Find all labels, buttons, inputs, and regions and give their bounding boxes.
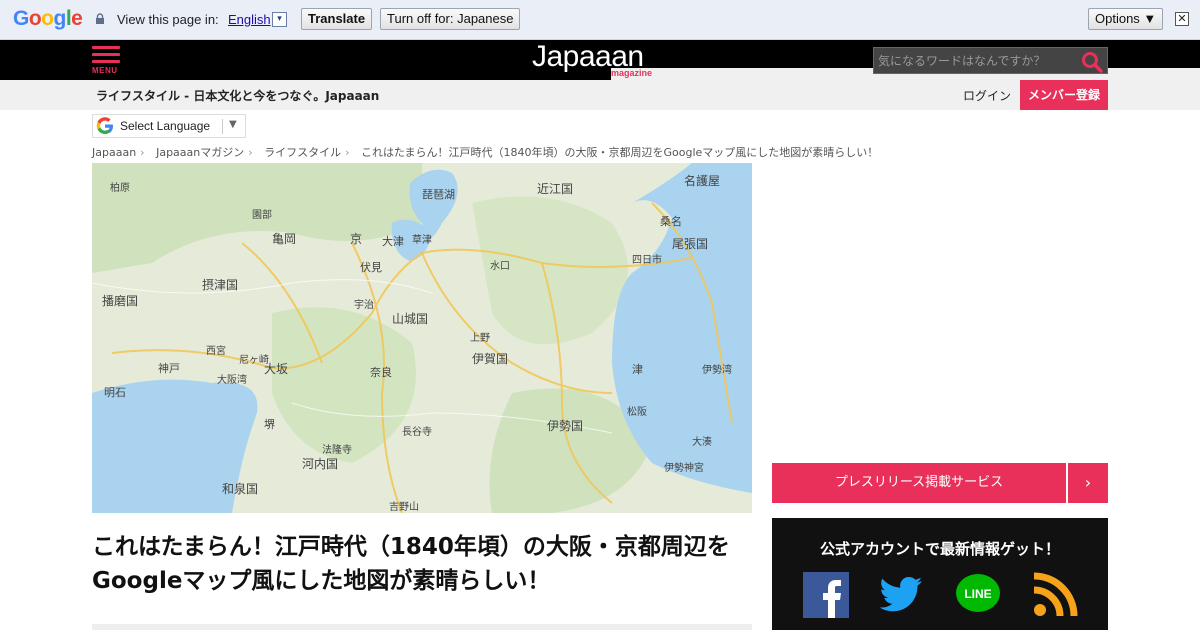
line-icon[interactable]: LINE	[955, 572, 1001, 618]
social-follow-box: 公式アカウントで最新情報ゲット！ LINE	[772, 518, 1108, 630]
map-label: 法隆寺	[322, 443, 352, 456]
breadcrumb-lifestyle[interactable]: ライフスタイル	[264, 146, 341, 159]
map-label: 伊勢湾	[702, 363, 732, 376]
facebook-icon[interactable]	[803, 572, 849, 618]
chevron-right-icon: ›	[1084, 473, 1092, 492]
article-title-box: これはたまらん！江戸時代（1840年頃）の大阪・京都周辺をGoogleマップ風に…	[92, 530, 752, 598]
map-label: 名護屋	[684, 173, 720, 188]
map-label: 大湊	[692, 435, 712, 448]
map-label: 堺	[264, 418, 275, 431]
hamburger-icon	[92, 46, 120, 49]
google-g-icon	[96, 117, 113, 134]
map-label: 水口	[490, 260, 510, 272]
map-label: 和泉国	[222, 482, 258, 496]
map-label: 長谷寺	[402, 426, 432, 438]
map-label: 琵琶湖	[422, 188, 455, 201]
map-label: 草津	[412, 234, 432, 246]
map-label: 四日市	[632, 253, 662, 266]
map-label: 摂津国	[202, 277, 238, 292]
social-heading: 公式アカウントで最新情報ゲット！	[819, 540, 1060, 558]
twitter-icon[interactable]	[878, 572, 924, 618]
view-page-in-label: View this page in:	[117, 12, 219, 27]
search-box	[873, 47, 1108, 74]
breadcrumb-magazine[interactable]: Japaaanマガジン	[156, 146, 244, 159]
breadcrumb-current: これはたまらん！江戸時代（1840年頃）の大阪・京都周辺をGoogleマップ風に…	[361, 146, 879, 159]
site-tagline: ライフスタイル - 日本文化と今をつなぐ。Japaaan	[96, 89, 380, 103]
site-header: MENU Japaaan magazine	[0, 40, 1200, 98]
options-button[interactable]: Options ▼	[1088, 8, 1164, 30]
google-logo: Google	[13, 7, 83, 30]
map-label: 尾張国	[672, 237, 708, 251]
translate-bar: Google View this page in: English ▾ Tran…	[0, 0, 1200, 40]
breadcrumb: Japaaan › Japaaanマガジン › ライフスタイル › これはたまらん！江…	[92, 146, 879, 159]
language-selector[interactable]: Select Language ▼	[92, 114, 246, 138]
article-title: これはたまらん！江戸時代（1840年頃）の大阪・京都周辺をGoogleマップ風に…	[92, 534, 730, 594]
search-icon[interactable]	[1081, 51, 1103, 73]
map-label: 河内国	[302, 457, 338, 471]
search-input[interactable]	[878, 52, 1073, 70]
sub-header: ライフスタイル - 日本文化と今をつなぐ。Japaaan ログイン メンバー登録	[0, 80, 1200, 110]
language-dropdown-icon[interactable]: ▾	[272, 12, 287, 27]
map-label: 播磨国	[102, 294, 138, 308]
map-label: 園部	[252, 208, 272, 221]
breadcrumb-home[interactable]: Japaaan	[92, 146, 136, 159]
rss-icon[interactable]	[1032, 572, 1078, 618]
chevron-down-icon: ▼	[229, 119, 237, 130]
site-logo[interactable]: Japaaan magazine	[532, 40, 1200, 98]
menu-label: MENU	[92, 66, 118, 75]
map-label: 奈良	[370, 365, 392, 379]
press-release-label: プレスリリース掲載サービス	[834, 475, 1004, 490]
map-label: 山城国	[392, 312, 428, 326]
title-divider	[92, 624, 752, 630]
map-label: 上野	[470, 332, 490, 344]
map-label: 松阪	[627, 405, 647, 418]
map-label: 近江国	[537, 182, 573, 196]
login-link[interactable]: ログイン	[963, 87, 1011, 104]
target-language-link[interactable]: English	[228, 12, 271, 27]
map-label: 伊賀国	[472, 352, 508, 366]
turn-off-button[interactable]: Turn off for: Japanese	[380, 8, 521, 30]
map-label: 伊勢神宮	[664, 461, 704, 474]
map-label: 明石	[104, 386, 126, 399]
map-label: 西宮	[206, 344, 226, 357]
register-button[interactable]: メンバー登録	[1020, 80, 1108, 110]
map-label: 桑名	[660, 214, 682, 228]
map-label: 宇治	[354, 298, 374, 311]
article-map-image: 柏原 亀岡 園部 山城国京大津 近江国 名護屋 尾張国 摂津国 播磨国 伏見 大坂堺奈良 伊賀国 伊勢国…	[92, 163, 752, 513]
press-release-button[interactable]: プレスリリース掲載サービス ›	[772, 463, 1108, 503]
menu-button[interactable]: MENU	[92, 46, 120, 75]
map-label: 神戸	[158, 361, 180, 375]
map-label: 尼ヶ崎	[239, 353, 269, 366]
map-label: 京	[350, 232, 362, 246]
map-label: 大津	[382, 234, 404, 248]
map-label: 大阪湾	[217, 373, 247, 386]
map-label: 伊勢国	[547, 418, 583, 433]
lock-icon	[96, 13, 104, 24]
map-label: 柏原	[110, 181, 130, 194]
map-label: 亀岡	[272, 232, 296, 246]
translate-button[interactable]: Translate	[301, 8, 373, 30]
close-icon[interactable]: ✕	[1175, 12, 1189, 26]
map-label: 津	[632, 363, 643, 376]
map-label: 伏見	[360, 260, 382, 274]
language-selector-label: Select Language	[120, 119, 211, 133]
map-label: 吉野山	[389, 501, 419, 513]
svg-text:LINE: LINE	[964, 587, 991, 601]
